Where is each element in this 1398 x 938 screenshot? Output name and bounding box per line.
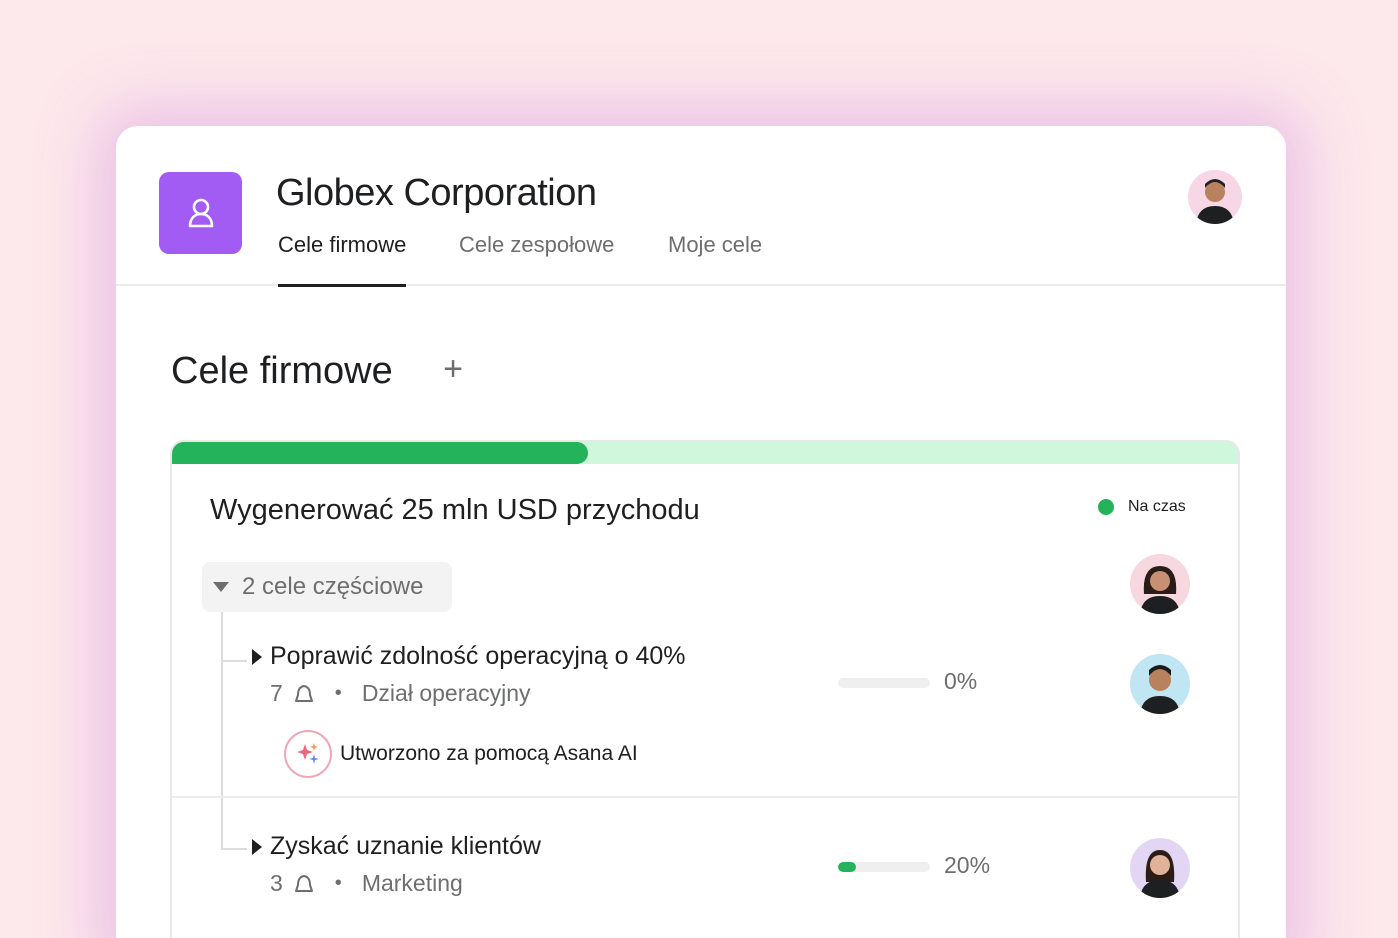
goal-owner-avatar[interactable] — [1130, 554, 1190, 614]
status-label: Na czas — [1128, 498, 1186, 515]
goal-progress-bar — [172, 442, 1238, 464]
subgoal-progress-bar — [838, 862, 930, 872]
subgoal-owner-avatar[interactable] — [1130, 838, 1190, 898]
tree-branch — [221, 848, 247, 850]
add-goal-button[interactable]: + — [438, 352, 468, 386]
subgoal-percent: 20% — [944, 852, 991, 878]
subgoal-percent: 0% — [944, 668, 978, 694]
tab-my-goals[interactable]: Moje cele — [668, 230, 762, 286]
caret-down-icon — [213, 582, 229, 592]
subgoal-title: Poprawić zdolność operacyjną o 40% — [270, 642, 686, 670]
tab-team-goals[interactable]: Cele zespołowe — [459, 230, 614, 286]
goal-progress-fill — [172, 442, 588, 464]
status-badge: Na czas — [1098, 498, 1186, 516]
caret-right-icon[interactable] — [252, 838, 262, 855]
caret-right-icon[interactable] — [252, 648, 262, 665]
user-avatar[interactable] — [1188, 170, 1242, 224]
separator-dot: • — [334, 872, 342, 894]
org-name: Globex Corporation — [276, 172, 597, 214]
subgoal-team[interactable]: Dział operacyjny — [362, 680, 531, 707]
status-dot — [1098, 499, 1114, 515]
bell-icon — [294, 874, 313, 892]
row-divider — [172, 796, 1238, 798]
subgoal-meta: 3 • Marketing — [270, 870, 463, 897]
subgoal-meta: 7 • Dział operacyjny — [270, 680, 531, 707]
subgoal-team[interactable]: Marketing — [362, 870, 463, 897]
goal-card: Wygenerować 25 mln USD przychodu Na czas… — [170, 440, 1240, 938]
tree-line — [221, 612, 223, 848]
subgoal-row-title[interactable]: Zyskać uznanie klientów — [252, 832, 541, 861]
subgoal-count: 7 — [270, 680, 283, 706]
subgoal-title: Zyskać uznanie klientów — [270, 832, 541, 860]
bell-icon — [294, 684, 313, 702]
header: Globex Corporation Cele firmowe Cele zes… — [116, 126, 1286, 287]
subgoal-owner-avatar[interactable] — [1130, 654, 1190, 714]
subgoal-row-title[interactable]: Poprawić zdolność operacyjną o 40% — [252, 642, 686, 671]
separator-dot: • — [334, 682, 342, 704]
subgoals-toggle[interactable]: 2 cele częściowe — [202, 562, 452, 612]
team-logo-icon[interactable] — [159, 172, 242, 254]
goals-window: Globex Corporation Cele firmowe Cele zes… — [116, 126, 1286, 938]
ai-note-text: Utworzono za pomocą Asana AI — [340, 742, 638, 765]
subgoal-count: 3 — [270, 870, 283, 896]
tree-branch — [221, 660, 247, 662]
tab-company-goals[interactable]: Cele firmowe — [278, 230, 407, 287]
sparkle-ai-icon — [284, 730, 332, 778]
ai-created-note: Utworzono za pomocą Asana AI — [284, 730, 638, 778]
subgoals-label: 2 cele częściowe — [242, 573, 424, 600]
subgoal-progress-bar — [838, 678, 930, 688]
page-title: Cele firmowe — [171, 350, 393, 392]
goal-title[interactable]: Wygenerować 25 mln USD przychodu — [210, 494, 700, 527]
subgoal-progress-fill — [838, 862, 857, 872]
